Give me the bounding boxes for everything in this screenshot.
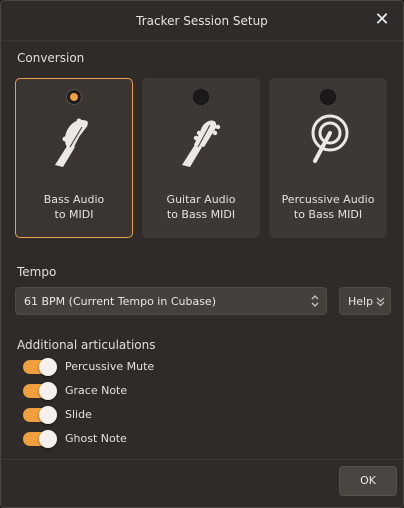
title-bar: Tracker Session Setup ✕ bbox=[1, 1, 403, 41]
articulation-row-ghost-note: Ghost Note bbox=[23, 430, 223, 448]
articulation-row-grace-note: Grace Note bbox=[23, 382, 223, 400]
help-button[interactable]: Help bbox=[339, 287, 391, 315]
guitar-headstock-icon bbox=[182, 120, 221, 167]
articulation-label: Slide bbox=[65, 408, 92, 421]
articulation-row-percussive-mute: Percussive Mute bbox=[23, 358, 223, 376]
dialog-title: Tracker Session Setup bbox=[136, 14, 268, 28]
bass-guitar-headstock-icon bbox=[55, 118, 88, 167]
conversion-option-label: Percussive Audio to Bass MIDI bbox=[281, 193, 375, 221]
tracker-session-setup-dialog: Tracker Session Setup ✕ Conversion Bass … bbox=[0, 0, 404, 508]
double-chevron-down-icon bbox=[376, 297, 385, 307]
conversion-label: Conversion bbox=[17, 51, 85, 65]
conversion-option-label: Bass Audio to MIDI bbox=[43, 193, 105, 221]
articulation-label: Percussive Mute bbox=[65, 360, 155, 373]
conversion-option-guitar-audio[interactable]: Guitar Audio to Bass MIDI bbox=[142, 78, 260, 238]
additional-articulations-label: Additional articulations bbox=[17, 338, 156, 352]
toggle-knob bbox=[39, 430, 57, 448]
close-icon[interactable]: ✕ bbox=[371, 9, 393, 31]
toggle-knob bbox=[39, 382, 57, 400]
radio-unselected-icon[interactable] bbox=[320, 89, 336, 105]
percussive-mute-toggle[interactable] bbox=[23, 358, 57, 376]
up-down-chevron-icon bbox=[311, 295, 319, 307]
conversion-option-bass-audio[interactable]: Bass Audio to MIDI bbox=[15, 78, 133, 238]
toggle-knob bbox=[39, 358, 57, 376]
slide-toggle[interactable] bbox=[23, 406, 57, 424]
tempo-dropdown[interactable]: 61 BPM (Current Tempo in Cubase) bbox=[15, 287, 327, 315]
conversion-option-percussive-audio[interactable]: Percussive Audio to Bass MIDI bbox=[269, 78, 387, 238]
ghost-note-toggle[interactable] bbox=[23, 430, 57, 448]
articulation-label: Grace Note bbox=[65, 384, 128, 397]
help-label: Help bbox=[348, 295, 374, 308]
articulation-row-slide: Slide bbox=[23, 406, 223, 424]
tempo-selected-value: 61 BPM (Current Tempo in Cubase) bbox=[24, 295, 216, 308]
ok-button[interactable]: OK bbox=[339, 466, 397, 496]
grace-note-toggle[interactable] bbox=[23, 382, 57, 400]
toggle-knob bbox=[39, 406, 57, 424]
tempo-label: Tempo bbox=[17, 265, 57, 279]
radio-unselected-icon[interactable] bbox=[193, 89, 209, 105]
conversion-option-label: Guitar Audio to Bass MIDI bbox=[166, 193, 236, 221]
radio-selected-icon[interactable] bbox=[66, 89, 82, 105]
articulation-label: Ghost Note bbox=[65, 432, 127, 445]
drum-stick-icon bbox=[311, 114, 349, 163]
